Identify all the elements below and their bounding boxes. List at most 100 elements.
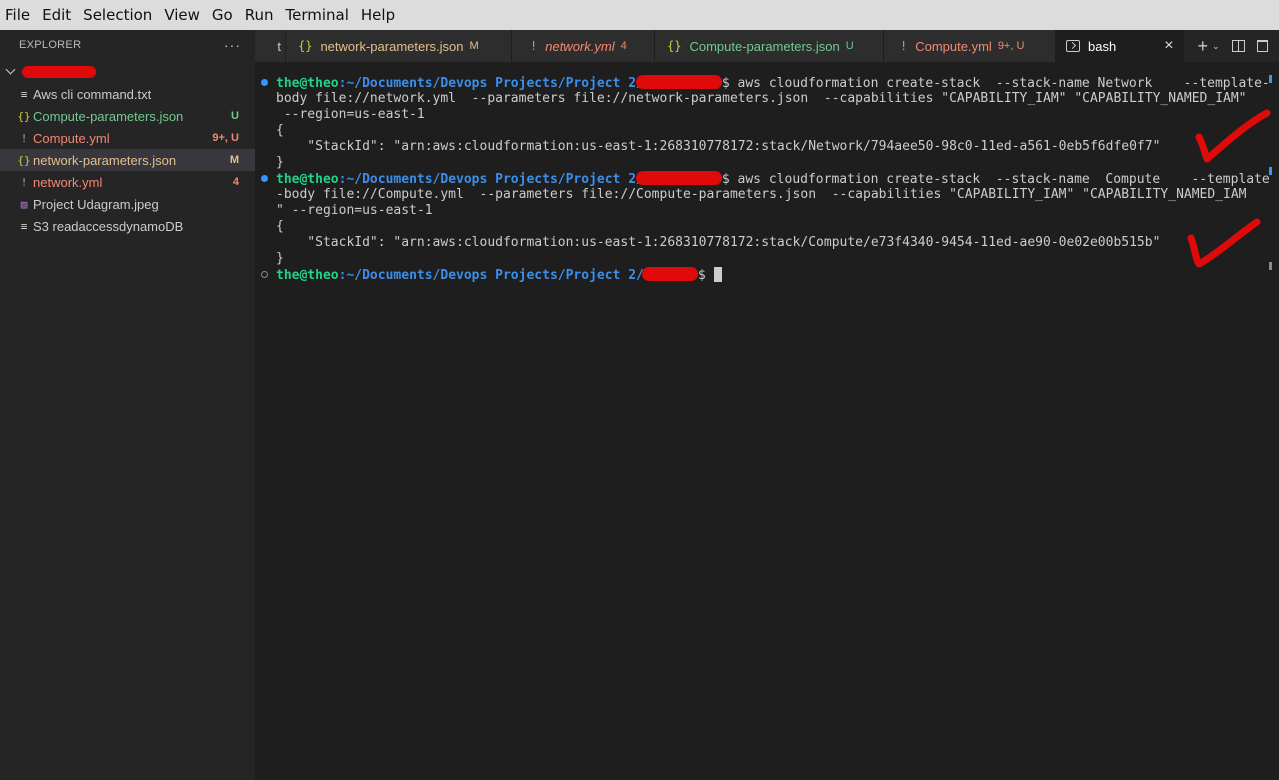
explorer-header: EXPLORER ···	[0, 30, 255, 60]
terminal-actions: + ⌄	[1198, 30, 1268, 62]
terminal-line: }	[276, 251, 284, 266]
problems-badge: 4	[232, 176, 239, 188]
file-item-project-udagram[interactable]: ▨ Project Udagram.jpeg	[0, 193, 255, 215]
redaction-mark	[635, 75, 722, 89]
tab-network-parameters[interactable]: {} network-parameters.json M	[286, 30, 512, 62]
prompt-user: the@theo	[276, 76, 339, 91]
terminal-line: -body file://Compute.yml --parameters fi…	[276, 187, 1247, 202]
tab-hidden[interactable]: t	[255, 30, 286, 62]
prompt-path: :~/Documents/Devops Projects/Project 2/	[338, 76, 644, 91]
add-terminal-icon[interactable]: +	[1198, 36, 1209, 57]
terminal-line: --region=us-east-1	[276, 107, 425, 122]
yaml-file-icon: !	[20, 131, 28, 145]
workspace-folder[interactable]	[0, 61, 255, 83]
file-name: S3 readaccessdynamoDB	[33, 218, 184, 234]
terminal-cursor	[713, 267, 722, 282]
checkmark-icon	[1187, 218, 1261, 268]
tab-network-yml[interactable]: ! network.yml 4	[512, 30, 655, 62]
text-file-icon: ≡	[20, 219, 28, 233]
command-success-decoration[interactable]	[261, 175, 268, 182]
file-name: network.yml	[33, 174, 103, 190]
command-text: aws cloudformation create-stack --stack-…	[737, 76, 1270, 91]
git-status-badge: U	[845, 40, 854, 52]
file-name: Project Udagram.jpeg	[33, 196, 159, 212]
file-item-compute-yml[interactable]: ! Compute.yml 9+, U	[0, 127, 255, 149]
menu-help[interactable]: Help	[361, 6, 401, 24]
file-item-s3-readaccess[interactable]: ≡ S3 readaccessdynamoDB	[0, 215, 255, 237]
yaml-file-icon: !	[20, 175, 28, 189]
menu-go[interactable]: Go	[212, 6, 239, 24]
menu-view[interactable]: View	[164, 6, 206, 24]
redaction-mark	[641, 267, 698, 281]
prompt-symbol: $	[721, 172, 738, 187]
file-name: Compute-parameters.json	[33, 108, 184, 124]
tab-label: network.yml	[545, 38, 615, 54]
yaml-file-icon: !	[900, 39, 908, 53]
prompt-symbol: $	[721, 76, 738, 91]
prompt-user: the@theo	[276, 172, 339, 187]
git-status-badge: U	[231, 110, 239, 122]
tab-label: network-parameters.json	[320, 38, 464, 54]
terminal-line: body file://network.yml --parameters fil…	[276, 91, 1247, 106]
menu-run[interactable]: Run	[245, 6, 280, 24]
terminal-panel[interactable]: the@theo:~/Documents/Devops Projects/Pro…	[255, 62, 1279, 780]
tab-compute-parameters[interactable]: {} Compute-parameters.json U	[655, 30, 884, 62]
file-name: Compute.yml	[33, 130, 110, 146]
terminal-line: "StackId": "arn:aws:cloudformation:us-ea…	[276, 235, 1161, 250]
command-text: aws cloudformation create-stack --stack-…	[737, 172, 1270, 187]
image-file-icon: ▨	[20, 197, 28, 211]
json-file-icon: {}	[667, 39, 682, 53]
text-file-icon: ≡	[20, 87, 28, 101]
chevron-down-icon[interactable]: ⌄	[1212, 41, 1220, 52]
menu-terminal[interactable]: Terminal	[286, 6, 355, 24]
explorer-title: EXPLORER	[19, 39, 82, 51]
scrollbar-marker	[1269, 167, 1272, 175]
command-success-decoration[interactable]	[261, 79, 268, 86]
terminal-line: {	[276, 123, 284, 138]
checkmark-icon	[1195, 109, 1271, 163]
terminal-icon	[1066, 40, 1080, 52]
file-name: Aws cli command.txt	[33, 86, 152, 102]
terminal-line: "StackId": "arn:aws:cloudformation:us-ea…	[276, 139, 1161, 154]
prompt-symbol: $	[697, 268, 714, 283]
file-item-compute-parameters[interactable]: {} Compute-parameters.json U	[0, 105, 255, 127]
more-actions-icon[interactable]: ···	[224, 37, 241, 53]
scrollbar-marker	[1269, 262, 1272, 270]
terminal-line: " --region=us-east-1	[276, 203, 433, 218]
scrollbar-marker	[1269, 75, 1272, 83]
file-item-aws-cli[interactable]: ≡ Aws cli command.txt	[0, 83, 255, 105]
redaction-mark	[635, 171, 722, 185]
split-terminal-icon[interactable]	[1231, 40, 1245, 52]
git-status-badge: M	[469, 40, 479, 52]
terminal-line: the@theo:~/Documents/Devops Projects/Pro…	[276, 171, 1270, 187]
prompt-path: :~/Documents/Devops Projects/Project 2/	[338, 172, 644, 187]
prompt-user: the@theo	[276, 268, 339, 283]
terminal-line: }	[276, 155, 284, 170]
menu-selection[interactable]: Selection	[83, 6, 158, 24]
editor-tab-bar: t {} network-parameters.json M ! network…	[255, 30, 1279, 62]
json-file-icon: {}	[298, 39, 313, 53]
git-status-badge: M	[229, 154, 239, 166]
trash-icon[interactable]	[1256, 40, 1268, 52]
file-item-network-yml[interactable]: ! network.yml 4	[0, 171, 255, 193]
close-icon[interactable]: ×	[1164, 37, 1173, 55]
command-pending-decoration[interactable]	[261, 271, 268, 278]
prompt-path: :~/Documents/Devops Projects/Project 2/	[338, 268, 644, 283]
terminal-line: {	[276, 219, 284, 234]
json-file-icon: {}	[17, 153, 31, 167]
explorer-sidebar: EXPLORER ··· ≡ Aws cli command.txt {} Co…	[0, 30, 255, 780]
menu-edit[interactable]: Edit	[42, 6, 77, 24]
menu-file[interactable]: File	[5, 6, 36, 24]
problems-badge: 4	[620, 40, 627, 52]
tab-compute-yml[interactable]: ! Compute.yml 9+, U	[884, 30, 1056, 62]
file-item-network-parameters[interactable]: {} network-parameters.json M	[0, 149, 255, 171]
file-name: network-parameters.json	[33, 152, 177, 168]
terminal-tab-bash[interactable]: bash ×	[1056, 30, 1184, 62]
redaction-mark	[22, 66, 96, 78]
terminal-line: the@theo:~/Documents/Devops Projects/Pro…	[276, 267, 722, 283]
tab-label: Compute.yml	[915, 38, 992, 54]
tab-label: t	[277, 38, 281, 54]
menu-bar: File Edit Selection View Go Run Terminal…	[0, 0, 1279, 30]
chevron-down-icon[interactable]	[4, 65, 18, 79]
problems-badge: 9+, U	[997, 40, 1025, 52]
